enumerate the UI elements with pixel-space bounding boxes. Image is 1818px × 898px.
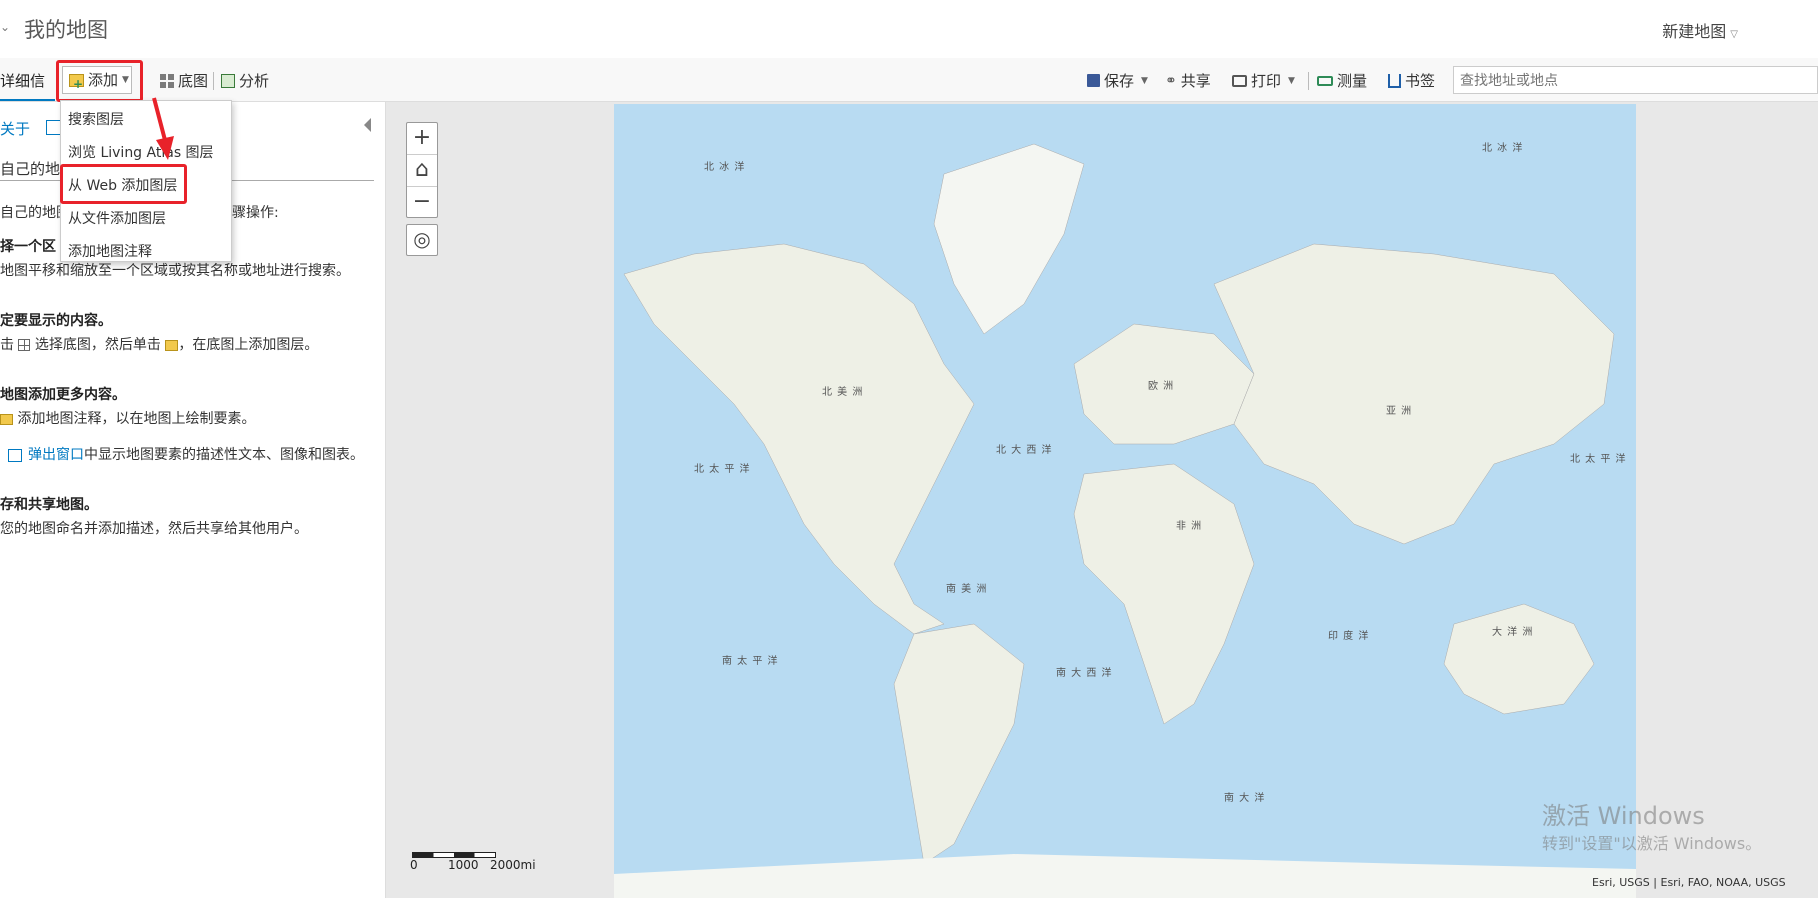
map-notes-icon [0,413,13,425]
scale-label-1000: 1000 [448,858,479,872]
analysis-label: 分析 [239,72,270,90]
windows-watermark-text: 转到"设置"以激活 Windows。 [1542,834,1762,853]
content-icon[interactable] [46,120,61,135]
scale-label-0: 0 [410,858,418,872]
bookmarks-label: 书签 [1405,72,1436,90]
step3-popup-text: 弹出窗口中显示地图要素的描述性文本、图像和图表。 [8,444,364,464]
map-label-north-pacific-left: 北 太 平 洋 [694,464,751,475]
save-label: 保存 [1104,72,1135,90]
title-chevron-icon[interactable]: ⌄ [0,20,10,34]
analysis-icon [221,73,235,88]
map-label-south-america: 南 美 洲 [946,584,988,595]
collapse-panel-icon[interactable] [364,118,371,132]
tab-details[interactable]: 详细信息 [0,63,55,126]
print-label: 打印 [1251,72,1282,90]
highlight-add-from-web [60,164,187,204]
intro-text-tail: 骤操作: [232,205,279,221]
page-title: 我的地图 [24,18,108,42]
map-label-north-atlantic: 北 大 西 洋 [996,445,1053,456]
step2-title: 定要显示的内容。 [0,313,112,329]
new-map-button[interactable]: 新建地图 ▽ [1662,18,1738,42]
search-input[interactable] [1453,66,1818,94]
locate-button[interactable]: ◎ [406,224,438,256]
step2-text-c: ，在底图上添加图层。 [178,337,319,353]
step3-text-label: 添加地图注释，以在地图上绘制要素。 [17,411,256,427]
chevron-down-icon: ▼ [1288,75,1295,86]
step2-text: 击 选择底图，然后单击 ，在底图上添加图层。 [0,334,318,354]
save-icon [1087,74,1100,87]
basemap-icon [18,339,31,351]
map-label-north-america: 北 美 洲 [822,387,864,398]
measure-button[interactable]: 测量 [1317,70,1367,91]
basemap-icon [160,73,174,88]
chevron-down-icon: ▽ [1730,29,1738,40]
toolbar-divider [213,72,214,90]
step2-text-b: 选择底图，然后单击 [34,337,161,353]
map-label-indian-ocean: 印 度 洋 [1328,631,1370,642]
map-attribution: Esri, USGS | Esri, FAO, NOAA, USGS [1592,876,1786,889]
save-button[interactable]: 保存 ▼ [1087,70,1148,91]
new-map-label: 新建地图 [1662,22,1727,41]
map-label-south-atlantic: 南 大 西 洋 [1056,668,1113,679]
zoom-in-button[interactable]: + [407,123,437,155]
annotation-arrow-icon [152,97,174,160]
basemap-graphic [614,104,1636,898]
popup-link-tail: 中显示地图要素的描述性文本、图像和图表。 [84,447,364,463]
world-map[interactable] [614,104,1636,898]
print-button[interactable]: 打印 ▼ [1232,70,1295,91]
step2-text-a: 击 [0,337,14,353]
map-label-south-pacific: 南 太 平 洋 [722,656,779,667]
map-label-oceania: 大 洋 洲 [1492,627,1534,638]
bookmarks-button[interactable]: 书签 [1388,70,1435,91]
scale-label-2000: 2000mi [490,858,536,872]
step4-text: 您的地图命名并添加描述，然后共享给其他用户。 [0,521,308,537]
popup-link[interactable]: 弹出窗口 [28,447,84,463]
measure-label: 测量 [1337,72,1368,90]
analysis-button[interactable]: 分析 [221,70,269,91]
windows-watermark-title: 激活 Windows [1542,802,1705,830]
map-label-arctic-right: 北 冰 洋 [1482,143,1524,154]
print-icon [1232,74,1247,87]
map-label-africa: 非 洲 [1176,521,1203,532]
toolbar-divider [1308,72,1309,90]
menu-item-search-layers[interactable]: 搜索图层 [68,109,124,129]
map-label-asia: 亚 洲 [1386,406,1413,417]
bookmark-icon [1388,73,1401,88]
step1-title: 择一个区 [0,239,56,255]
highlight-add-button [56,60,143,102]
popup-icon [8,448,22,462]
zoom-control: + ⌂ − [406,122,438,218]
add-layer-icon [165,339,179,351]
header-bar: ⌄ 我的地图 新建地图 ▽ [0,0,1818,58]
menu-item-add-from-file[interactable]: 从文件添加图层 [68,208,166,228]
step4-title: 存和共享地图。 [0,497,98,513]
chevron-down-icon: ▼ [1141,75,1148,86]
step3-title: 地图添加更多内容。 [0,387,126,403]
step1-text: 地图平移和缩放至一个区域或按其名称或地址进行搜索。 [0,263,350,279]
home-button[interactable]: ⌂ [407,155,437,187]
map-label-north-pacific-right: 北 太 平 洋 [1570,454,1627,465]
map-label-europe: 欧 洲 [1148,381,1175,392]
step3-text: 添加地图注释，以在地图上绘制要素。 [0,408,255,428]
basemap-label: 底图 [178,72,209,90]
about-tab[interactable]: 关于 [0,118,30,139]
map-label-arctic-left: 北 冰 洋 [704,162,746,173]
share-label: 共享 [1180,72,1211,90]
map-label-southern-ocean: 南 大 洋 [1224,793,1266,804]
ruler-icon [1317,75,1333,86]
link-icon: ⚭ [1165,72,1177,89]
zoom-out-button[interactable]: − [407,187,437,219]
menu-item-add-map-notes[interactable]: 添加地图注释 [68,241,152,261]
basemap-button[interactable]: 底图 [160,70,208,91]
share-button[interactable]: ⚭ 共享 [1165,70,1211,91]
